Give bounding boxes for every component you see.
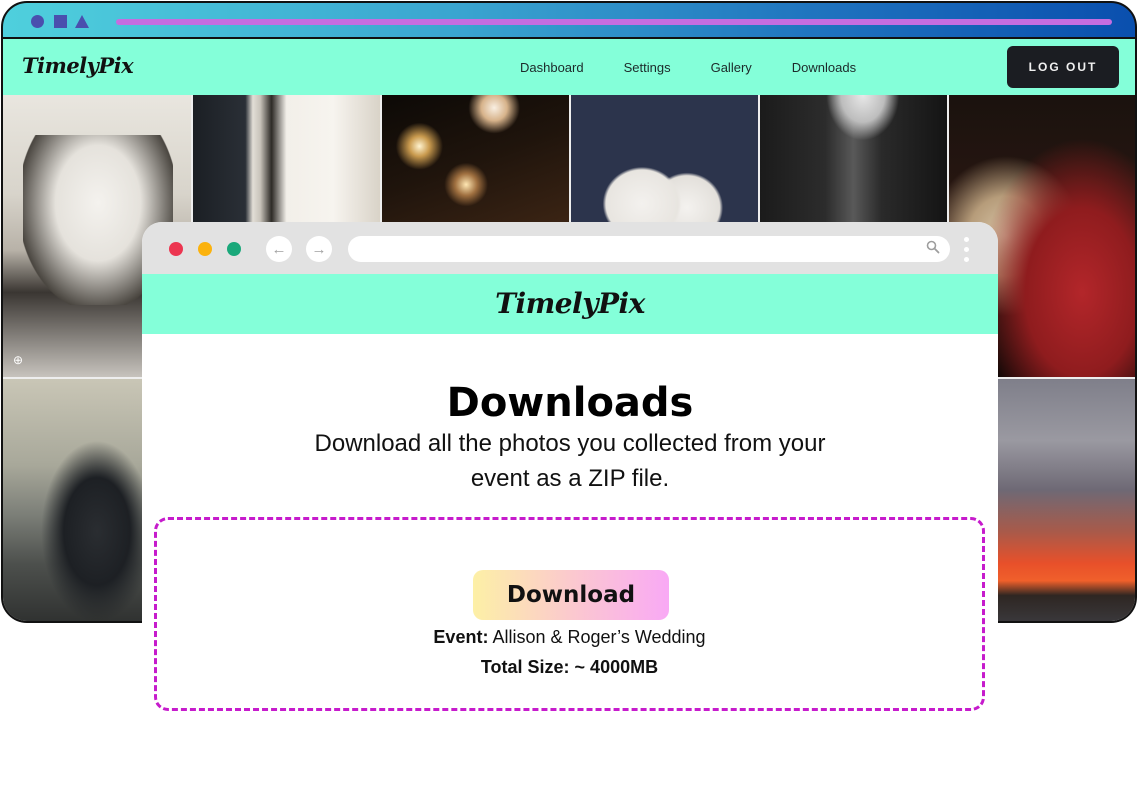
page-description: Download all the photos you collected fr… — [314, 430, 826, 492]
download-panel: Download Event: Allison & Roger’s Weddin… — [154, 517, 985, 711]
nav-downloads[interactable]: Downloads — [792, 60, 856, 75]
gallery-photo[interactable] — [382, 95, 569, 223]
nav-settings[interactable]: Settings — [624, 60, 671, 75]
close-window-dot[interactable] — [169, 242, 183, 256]
circle-icon — [31, 15, 44, 28]
titlebar-accent-bar — [116, 19, 1112, 25]
back-arrow-icon[interactable]: ← — [266, 236, 292, 262]
minimize-window-dot[interactable] — [198, 242, 212, 256]
more-options-icon[interactable] — [962, 237, 970, 262]
forward-arrow-icon[interactable]: → — [306, 236, 332, 262]
browser-toolbar: ← → — [142, 222, 998, 274]
page-title: Downloads — [446, 380, 694, 426]
window-titlebar — [3, 3, 1135, 39]
address-bar[interactable] — [348, 236, 950, 262]
gallery-photo[interactable] — [571, 95, 758, 223]
event-info: Event: Allison & Roger’s Wedding — [157, 627, 982, 648]
gallery-photo[interactable] — [193, 95, 380, 223]
search-icon[interactable] — [926, 240, 940, 257]
event-label: Event: — [433, 627, 489, 647]
triangle-icon — [75, 15, 89, 28]
top-navbar: TimelyPix Dashboard Settings Gallery Dow… — [3, 39, 1135, 95]
total-size: Total Size: ~ 4000MB — [480, 657, 659, 677]
site-logo[interactable]: TimelyPix — [142, 287, 998, 320]
square-icon — [54, 15, 67, 28]
zoom-icon[interactable]: ⊕ — [13, 353, 23, 367]
maximize-window-dot[interactable] — [227, 242, 241, 256]
logout-button[interactable]: LOG OUT — [1007, 46, 1119, 88]
gallery-photo[interactable] — [760, 95, 947, 223]
download-button[interactable]: Download — [473, 570, 669, 620]
nav-links: Dashboard Settings Gallery Downloads — [520, 60, 896, 75]
nav-dashboard[interactable]: Dashboard — [520, 60, 584, 75]
nav-gallery[interactable]: Gallery — [711, 60, 752, 75]
event-name: Allison & Roger’s Wedding — [492, 627, 706, 647]
site-header: TimelyPix — [142, 274, 998, 334]
logo[interactable]: TimelyPix — [22, 53, 134, 78]
